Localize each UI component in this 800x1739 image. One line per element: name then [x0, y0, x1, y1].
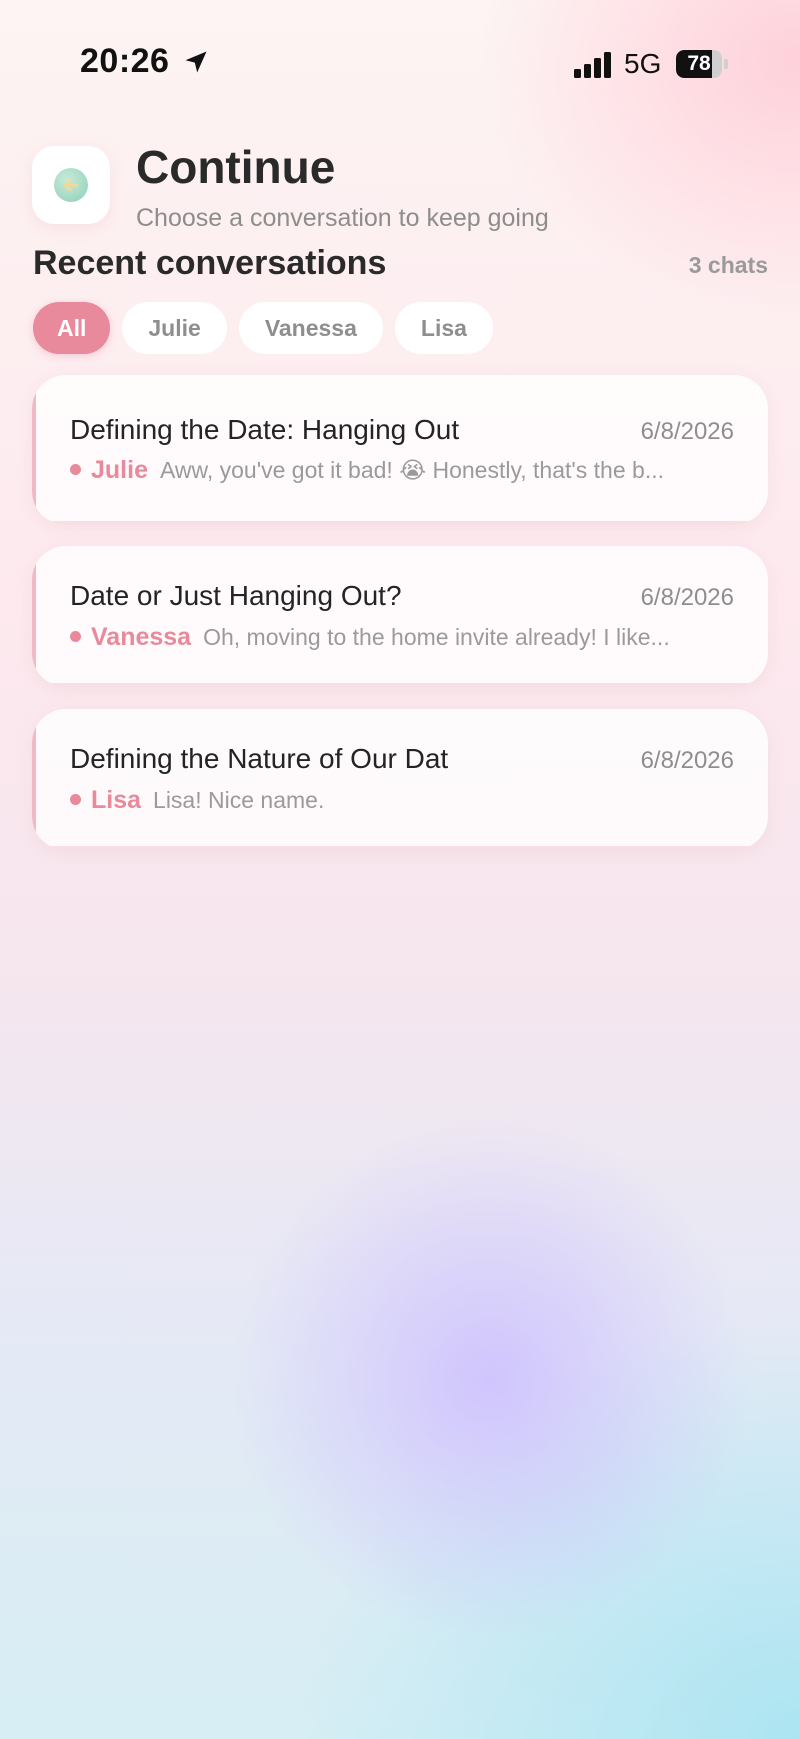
battery-icon: 78 [676, 50, 728, 78]
conversation-title: Date or Just Hanging Out? [70, 580, 402, 611]
conversation-card[interactable]: Defining the Date: Hanging Out 6/8/2026 … [32, 375, 768, 525]
conversation-date: 6/8/2026 [640, 747, 734, 774]
status-dot [70, 464, 81, 475]
conversation-title: Defining the Nature of Our Dat [70, 743, 449, 774]
filter-chips: All Julie Vanessa Lisa [33, 302, 493, 354]
chat-count: 3 chats [688, 252, 768, 278]
filter-chip-julie[interactable]: Julie [122, 302, 227, 354]
conversation-partner-name: Julie [91, 456, 148, 484]
conversation-partner-name: Vanessa [91, 623, 192, 651]
location-arrow-icon [185, 51, 207, 73]
status-bar: 20:26 5G 78 [0, 0, 800, 130]
conversation-preview: Oh, moving to the home invite already! I… [203, 624, 670, 650]
status-dot [70, 794, 81, 805]
status-time: 20:26 [80, 42, 170, 80]
conversation-meta: Vanessa Oh, moving to the home invite alr… [70, 623, 734, 652]
status-dot [70, 631, 81, 642]
network-type: 5G [624, 48, 662, 79]
filter-chip-all[interactable]: All [33, 302, 111, 354]
conversation-preview: Lisa! Nice name. [153, 787, 325, 813]
conversation-date: 6/8/2026 [640, 584, 734, 611]
conversation-partner-name: Lisa [91, 786, 142, 814]
back-button[interactable] [32, 146, 110, 224]
arrow-left-icon [63, 178, 79, 192]
conversation-date: 6/8/2026 [640, 418, 734, 445]
filter-chip-vanessa[interactable]: Vanessa [238, 302, 383, 354]
conversation-card[interactable]: Date or Just Hanging Out? 6/8/2026 Vanes… [32, 546, 768, 687]
section-title: Recent conversations [33, 244, 387, 282]
conversation-meta: Julie Aww, you've got it bad! 😭 Honestly,… [70, 456, 734, 485]
conversation-meta: Lisa Lisa! Nice name. [70, 786, 734, 815]
battery-level: 78 [687, 52, 711, 75]
signal-bars-icon [574, 52, 611, 78]
page-title: Continue [136, 141, 336, 193]
page-subtitle: Choose a conversation to keep going [136, 204, 549, 232]
conversation-preview: Aww, you've got it bad! 😭 Honestly, that… [159, 457, 664, 483]
conversation-title: Defining the Date: Hanging Out [70, 414, 460, 445]
conversation-card[interactable]: Defining the Nature of Our Dat 6/8/2026 … [32, 709, 768, 850]
filter-chip-lisa[interactable]: Lisa [394, 302, 493, 354]
